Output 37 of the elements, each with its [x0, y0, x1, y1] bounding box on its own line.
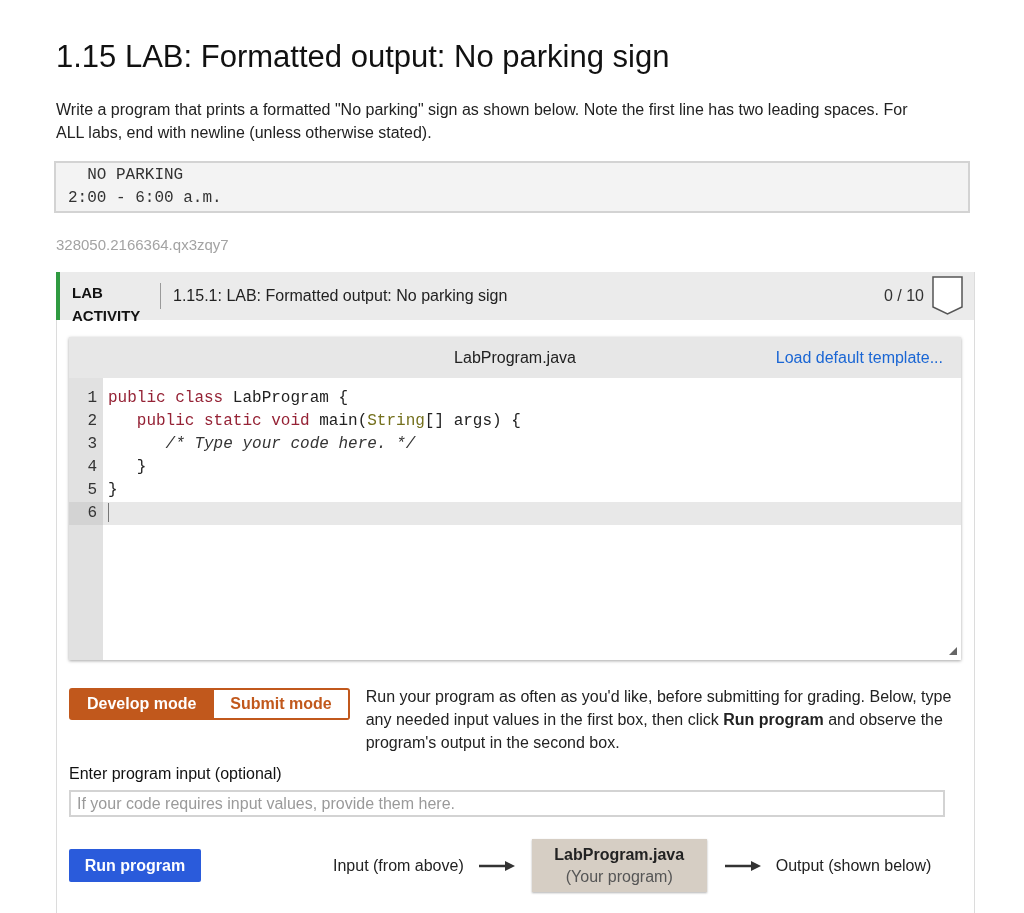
- score-text: 0 / 10: [883, 287, 924, 305]
- code-line: }: [135, 457, 147, 478]
- file-name-text: LabProgram.java: [454, 348, 576, 367]
- line-number: 5: [86, 480, 98, 501]
- line-number: 6: [69, 502, 103, 525]
- lab-activity-title: 1.15.1: LAB: Formatted output: No parking sign: [173, 287, 508, 305]
- program-name-text: LabProgram.java: [554, 844, 685, 865]
- input-label: Enter program input (optional): [69, 764, 282, 784]
- input-source-label: Input (from above): [333, 856, 464, 875]
- shield-icon: [932, 276, 963, 315]
- line-number: 4: [86, 457, 98, 478]
- mode-tab[interactable]: Develop mode: [69, 688, 215, 720]
- right-arrow-icon: [478, 859, 515, 872]
- code-line: public class LabProgram {: [108, 388, 349, 409]
- load-template-link[interactable]: Load default template...: [775, 348, 943, 367]
- code-line: public static void main(String[] args) {: [135, 411, 521, 432]
- output-target-label: Output (shown below): [775, 856, 932, 875]
- line-number: 2: [86, 411, 98, 432]
- resize-handle-icon[interactable]: [949, 647, 957, 655]
- line-number: 1: [86, 388, 98, 409]
- text-cursor: [108, 503, 109, 523]
- run-program-button[interactable]: Run program: [69, 849, 201, 882]
- program-input-field[interactable]: If your code requires input values, provide them here.: [69, 790, 945, 817]
- sample-output-line: NO PARKING: [86, 165, 184, 186]
- code-input-field[interactable]: 1 2 3 4 5 6 public class LabProgram { public static void main(String[] args) { /* Type your code here. */ } }: [69, 378, 961, 660]
- mode-description-text: Run your program as often as you'd like, before submitting for grading. Below, type any needed input values in the first box, then click Run program and observe the program's output in the second box.: [365, 687, 953, 753]
- sample-output-line: 2:00 - 6:00 a.m.: [68, 188, 222, 209]
- mode-tab[interactable]: Submit mode: [214, 688, 350, 720]
- program-caption-text: (Your program): [565, 866, 673, 887]
- lab-activity-label: LAB ACTIVITY: [72, 283, 142, 326]
- page-title: 1.15 LAB: Formatted output: No parking sign: [56, 38, 670, 76]
- code-line: /* Type your code here. */: [164, 434, 416, 455]
- line-number: 3: [86, 434, 98, 455]
- right-arrow-icon: [724, 859, 761, 872]
- instructions-text: Write a program that prints a formatted "No parking" sign as shown below. Note the first line has two leading spaces. For ALL labs, end with newline (unless otherwise stated).: [56, 100, 909, 143]
- activity-id-text: 328050.2166364.qx3zqy7: [56, 235, 229, 255]
- code-line: }: [108, 480, 118, 501]
